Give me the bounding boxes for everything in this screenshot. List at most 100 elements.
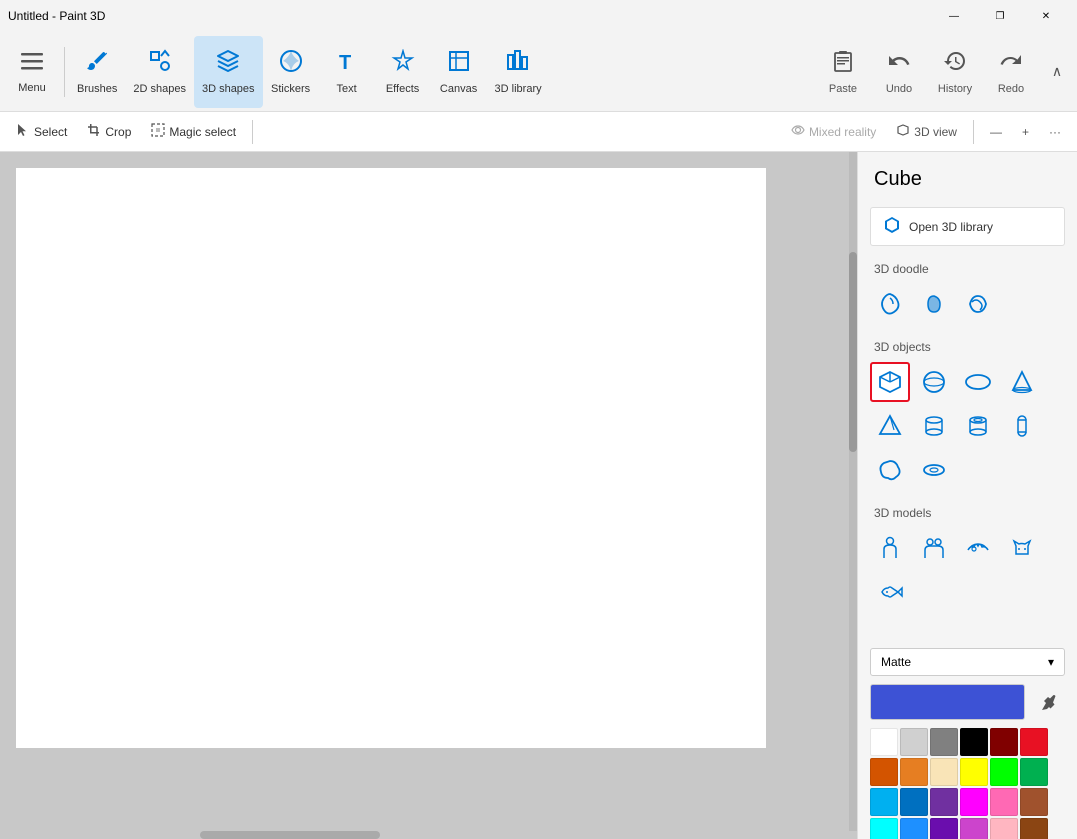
material-label: Matte [881, 655, 911, 669]
3dshapes-tool[interactable]: 3D shapes [194, 36, 263, 108]
history-label: History [938, 83, 972, 95]
capsule-shape[interactable] [1002, 406, 1042, 446]
torus-shape[interactable] [914, 450, 954, 490]
canvas-tool[interactable]: Canvas [431, 36, 487, 108]
color-swatch-13[interactable] [900, 788, 928, 816]
collapse-button[interactable]: ∧ [1041, 36, 1073, 108]
oval-shape[interactable] [958, 362, 998, 402]
select-tool[interactable]: Select [8, 119, 75, 144]
open-3d-library-button[interactable]: Open 3D library [870, 207, 1065, 246]
color-swatch-8[interactable] [930, 758, 958, 786]
2dshapes-tool[interactable]: 2D shapes [125, 36, 194, 108]
cube-shape[interactable] [870, 362, 910, 402]
paste-tool[interactable]: Paste [817, 36, 869, 108]
color-swatch-1[interactable] [900, 728, 928, 756]
doodle-shape-1[interactable] [870, 284, 910, 324]
mixed-reality-button[interactable]: Mixed reality [783, 119, 884, 144]
color-swatch-15[interactable] [960, 788, 988, 816]
stickers-tool[interactable]: Stickers [263, 36, 319, 108]
text-icon: T [335, 49, 359, 79]
blob-shape[interactable] [870, 450, 910, 490]
toolbar: Menu Brushes 2D shapes 3D shapes Sticker… [0, 32, 1077, 112]
color-swatch-3[interactable] [960, 728, 988, 756]
horizontal-scrollbar-thumb[interactable] [200, 831, 380, 839]
doodle-shape-2[interactable] [914, 284, 954, 324]
app-title: Untitled - Paint 3D [8, 9, 105, 23]
eyedropper-button[interactable] [1033, 686, 1065, 718]
vertical-scrollbar-thumb[interactable] [849, 252, 857, 452]
crop-icon [87, 123, 101, 140]
more-options-button[interactable]: ··· [1041, 121, 1069, 143]
color-swatch-14[interactable] [930, 788, 958, 816]
horizontal-scrollbar[interactable] [0, 831, 857, 839]
material-dropdown[interactable]: Matte ▾ [870, 648, 1065, 676]
main-area: Cube Open 3D library 3D doodle 3D object… [0, 152, 1077, 839]
cylinder-shape[interactable] [914, 406, 954, 446]
3d-view-button[interactable]: 3D view [888, 119, 965, 144]
separator [64, 47, 65, 97]
history-tool[interactable]: History [929, 36, 981, 108]
3dlibrary-tool[interactable]: 3D library [487, 36, 550, 108]
active-color-swatch[interactable] [870, 684, 1025, 720]
magic-select-tool[interactable]: Magic select [143, 119, 244, 144]
model-person1[interactable] [870, 528, 910, 568]
stickers-icon [279, 49, 303, 79]
sphere-shape[interactable] [914, 362, 954, 402]
3d-objects-label: 3D objects [858, 332, 1077, 358]
model-bird[interactable] [958, 528, 998, 568]
color-swatch-2[interactable] [930, 728, 958, 756]
color-swatch-12[interactable] [870, 788, 898, 816]
zoom-out-button[interactable]: — [982, 121, 1010, 143]
history-icon [943, 49, 967, 79]
color-swatch-10[interactable] [990, 758, 1018, 786]
color-swatch-11[interactable] [1020, 758, 1048, 786]
effects-tool[interactable]: Effects [375, 36, 431, 108]
canvas-area[interactable] [0, 152, 857, 839]
color-swatch-4[interactable] [990, 728, 1018, 756]
open-3d-library-label: Open 3D library [909, 220, 993, 234]
vertical-scrollbar[interactable] [849, 152, 857, 839]
sub-separator2 [973, 120, 974, 144]
color-swatch-5[interactable] [1020, 728, 1048, 756]
color-swatch-21[interactable] [960, 818, 988, 839]
color-swatch-16[interactable] [990, 788, 1018, 816]
zoom-in-icon: + [1022, 125, 1029, 139]
minimize-button[interactable]: — [931, 0, 977, 32]
color-swatch-6[interactable] [870, 758, 898, 786]
close-button[interactable]: ✕ [1023, 0, 1069, 32]
active-color-row [870, 684, 1065, 720]
model-fish[interactable] [870, 572, 910, 612]
doodle-shape-3[interactable] [958, 284, 998, 324]
brushes-tool[interactable]: Brushes [69, 36, 125, 108]
color-swatch-18[interactable] [870, 818, 898, 839]
color-swatch-22[interactable] [990, 818, 1018, 839]
color-swatch-9[interactable] [960, 758, 988, 786]
pyramid-shape[interactable] [870, 406, 910, 446]
redo-label: Redo [998, 83, 1024, 95]
color-swatch-0[interactable] [870, 728, 898, 756]
menu-button[interactable]: Menu [4, 36, 60, 108]
undo-tool[interactable]: Undo [873, 36, 925, 108]
3dlibrary-icon [506, 49, 530, 79]
model-person2[interactable] [914, 528, 954, 568]
color-swatch-19[interactable] [900, 818, 928, 839]
tube-shape[interactable] [958, 406, 998, 446]
library-icon [883, 216, 901, 237]
redo-tool[interactable]: Redo [985, 36, 1037, 108]
drawing-canvas[interactable] [16, 168, 766, 748]
maximize-button[interactable]: ❐ [977, 0, 1023, 32]
color-swatch-20[interactable] [930, 818, 958, 839]
stickers-label: Stickers [271, 83, 310, 95]
color-swatch-23[interactable] [1020, 818, 1048, 839]
toolbar-right: Paste Undo History Redo ∧ [817, 36, 1073, 108]
text-tool[interactable]: T Text [319, 36, 375, 108]
color-swatch-7[interactable] [900, 758, 928, 786]
select-label: Select [34, 125, 67, 139]
cone-shape[interactable] [1002, 362, 1042, 402]
panel-spacer [858, 620, 1077, 640]
model-cat[interactable] [1002, 528, 1042, 568]
3d-doodle-label: 3D doodle [858, 254, 1077, 280]
crop-tool[interactable]: Crop [79, 119, 139, 144]
color-swatch-17[interactable] [1020, 788, 1048, 816]
zoom-in-button[interactable]: + [1014, 121, 1037, 143]
